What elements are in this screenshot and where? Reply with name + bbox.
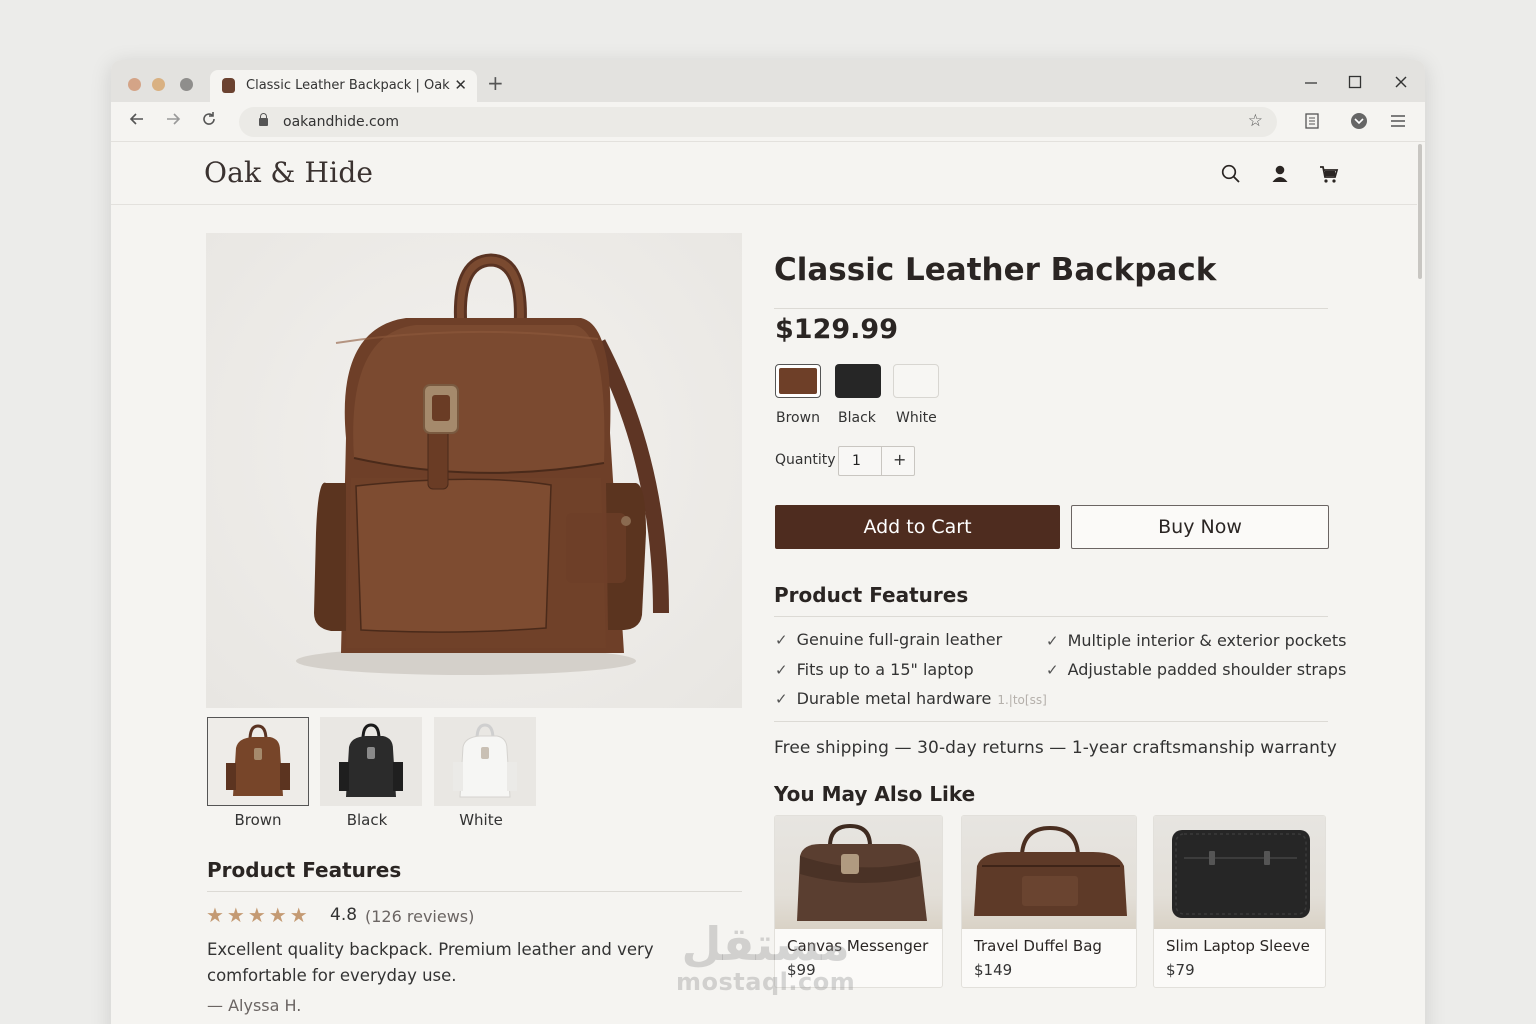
new-tab-icon[interactable]: + — [487, 71, 504, 95]
features-heading: Product Features — [774, 583, 969, 607]
review-text: Excellent quality backpack. Premium leat… — [207, 940, 654, 985]
quantity-value[interactable]: 1 — [852, 453, 861, 469]
profile-icon[interactable] — [1350, 112, 1368, 134]
menu-icon[interactable] — [1390, 112, 1406, 134]
swatch-white[interactable] — [893, 364, 939, 398]
recommendation-card[interactable]: Slim Laptop Sleeve $79 — [1153, 815, 1326, 988]
shipping-info: Free shipping — 30-day returns — 1-year … — [774, 738, 1337, 758]
divider — [881, 447, 882, 475]
check-icon: ✓ — [1046, 632, 1059, 650]
reader-icon[interactable] — [1304, 112, 1320, 134]
tab-bar: Classic Leather Backpack | Oak & Hide ✕ … — [111, 60, 1425, 102]
site-logo[interactable]: Oak & Hide — [204, 156, 373, 189]
close-window-icon[interactable] — [1394, 74, 1408, 93]
feature-text: Fits up to a 15" laptop — [796, 660, 974, 679]
quantity-label: Quantity — [775, 452, 836, 468]
minimize-window-dot[interactable] — [152, 78, 165, 91]
tab-title: Classic Leather Backpack | Oak & Hide — [246, 78, 454, 93]
product-image — [775, 816, 942, 929]
buy-now-button[interactable]: Buy Now — [1071, 505, 1329, 549]
thumbnail-black[interactable] — [320, 717, 422, 806]
swatch-brown[interactable] — [775, 364, 821, 398]
main-product-image[interactable] — [206, 233, 742, 708]
browser-window: Classic Leather Backpack | Oak & Hide ✕ … — [111, 60, 1425, 1024]
watermark-logo: مستقل mostaql.com — [676, 920, 855, 996]
feature-item: ✓ Durable metal hardware 1.|to[ss] — [775, 689, 1047, 708]
divider — [207, 891, 742, 892]
backpack-favicon-icon — [222, 78, 235, 93]
search-icon[interactable] — [1221, 164, 1241, 188]
rating-stars-icon: ★★★★★ — [206, 903, 311, 927]
divider — [774, 616, 1328, 617]
forward-icon[interactable] — [164, 110, 182, 133]
product-image — [962, 816, 1136, 929]
card-price: $79 — [1166, 961, 1195, 979]
product-image — [1154, 816, 1325, 929]
lock-icon — [259, 113, 268, 126]
close-tab-icon[interactable]: ✕ — [454, 76, 467, 94]
cart-icon[interactable] — [1319, 164, 1339, 188]
recommendation-card[interactable]: Travel Duffel Bag $149 — [961, 815, 1137, 988]
feature-text: Adjustable padded shoulder straps — [1067, 660, 1347, 679]
bookmark-star-icon[interactable]: ☆ — [1248, 111, 1263, 131]
recommendations-heading: You May Also Like — [774, 782, 976, 806]
product-title: Classic Leather Backpack — [774, 252, 1217, 288]
reviews-section-heading: Product Features — [207, 858, 402, 882]
site-header: Oak & Hide — [111, 142, 1417, 205]
feature-text: Genuine full-grain leather — [796, 630, 1003, 649]
review-author: — Alyssa H. — [207, 996, 302, 1015]
watermark-latin: mostaql.com — [676, 968, 856, 996]
url-text: oakandhide.com — [283, 114, 399, 130]
thumbnail-label: Brown — [234, 811, 282, 829]
feature-text: Durable metal hardware — [796, 689, 992, 708]
faint-note: 1.|to[ss] — [997, 693, 1047, 707]
card-name: Travel Duffel Bag — [974, 937, 1102, 955]
browser-toolbar: oakandhide.com ☆ — [111, 102, 1425, 142]
divider — [774, 308, 1328, 309]
thumbnail-white[interactable] — [434, 717, 536, 806]
restore-icon[interactable] — [1348, 74, 1362, 93]
feature-item: ✓ Genuine full-grain leather — [775, 630, 1002, 649]
check-icon: ✓ — [1046, 661, 1059, 679]
thumbnail-label: White — [459, 811, 503, 829]
check-icon: ✓ — [775, 631, 788, 649]
thumbnail-label: Black — [346, 811, 388, 829]
swatch-label: White — [896, 410, 937, 426]
page-scrollbar[interactable] — [1418, 144, 1422, 279]
increment-button[interactable]: + — [893, 450, 906, 469]
back-icon[interactable] — [128, 110, 146, 133]
product-price: $129.99 — [775, 314, 898, 345]
watermark-arabic: مستقل — [681, 917, 850, 971]
review-count[interactable]: (126 reviews) — [365, 907, 474, 926]
check-icon: ✓ — [775, 661, 788, 679]
close-window-dot[interactable] — [128, 78, 141, 91]
feature-item: ✓ Fits up to a 15" laptop — [775, 660, 974, 679]
swatch-fill — [779, 368, 817, 394]
account-icon[interactable] — [1270, 164, 1290, 188]
card-name: Slim Laptop Sleeve — [1166, 937, 1310, 955]
maximize-window-dot[interactable] — [180, 78, 193, 91]
quantity-stepper[interactable]: 1 + — [838, 446, 915, 476]
card-price: $149 — [974, 961, 1013, 979]
feature-item: ✓ Multiple interior & exterior pockets — [1046, 631, 1346, 650]
divider — [774, 721, 1328, 722]
rating-value: 4.8 — [330, 905, 358, 925]
feature-text: Multiple interior & exterior pockets — [1067, 631, 1347, 650]
minimize-icon[interactable] — [1304, 74, 1318, 93]
reload-icon[interactable] — [200, 110, 218, 133]
address-bar[interactable]: oakandhide.com ☆ — [239, 107, 1277, 137]
swatch-black[interactable] — [835, 364, 881, 398]
feature-item: ✓ Adjustable padded shoulder straps — [1046, 660, 1346, 679]
thumbnail-brown[interactable] — [207, 717, 309, 806]
swatch-label: Brown — [776, 410, 820, 426]
browser-tab[interactable]: Classic Leather Backpack | Oak & Hide ✕ — [210, 70, 477, 102]
check-icon: ✓ — [775, 690, 788, 708]
swatch-label: Black — [838, 410, 876, 426]
add-to-cart-button[interactable]: Add to Cart — [775, 505, 1060, 549]
